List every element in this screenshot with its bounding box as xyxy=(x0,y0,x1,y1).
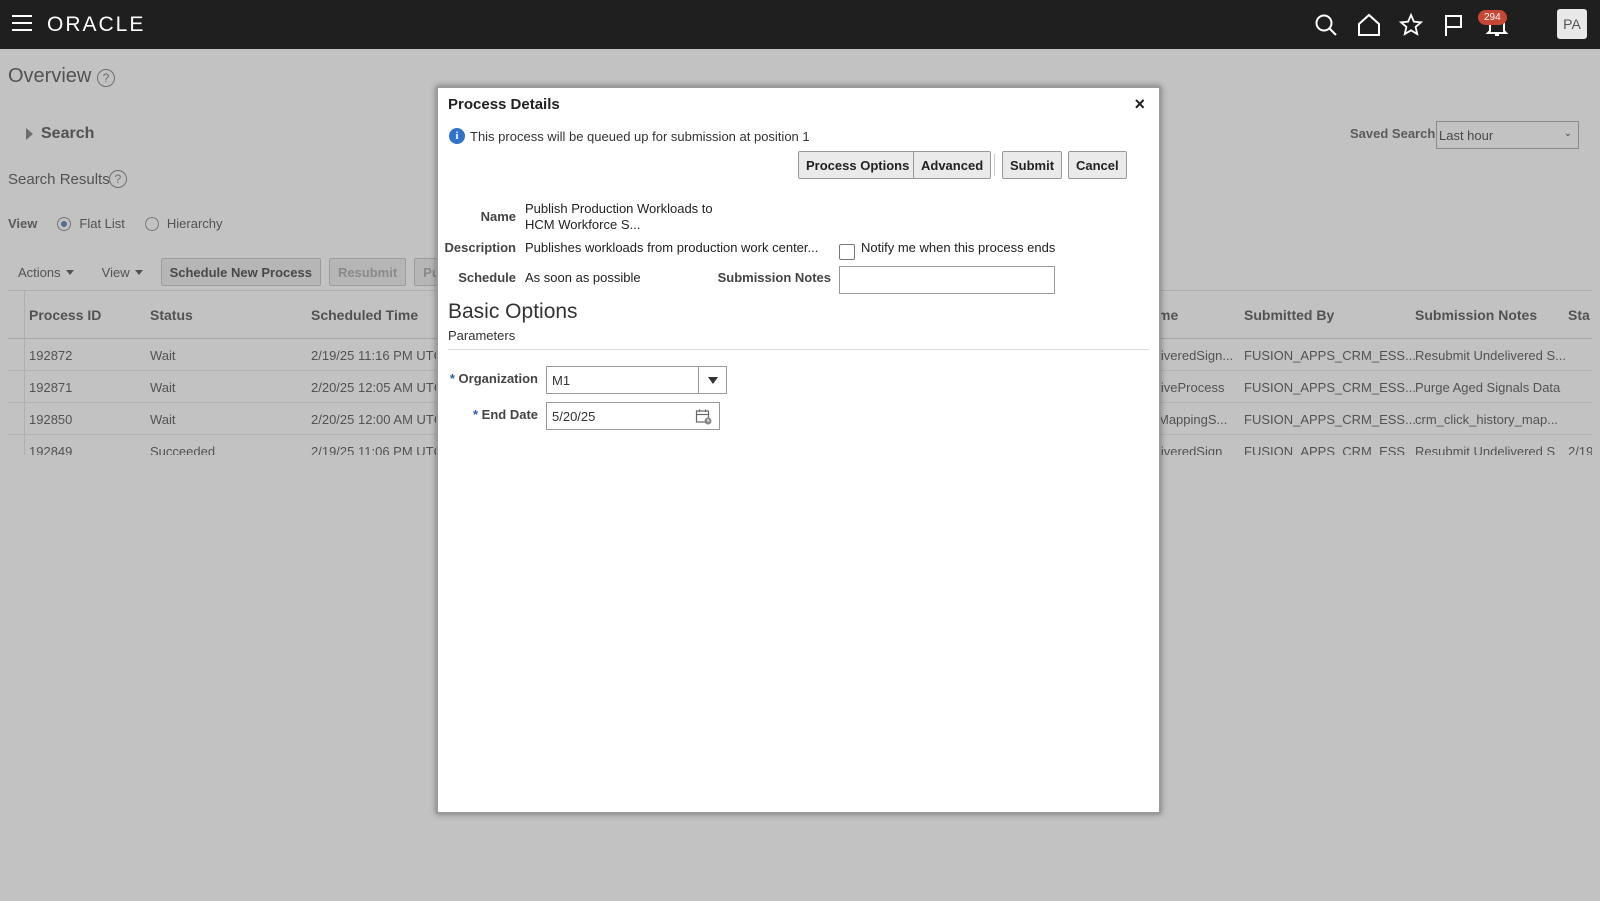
process-details-dialog: Process Details × i This process will be… xyxy=(436,86,1161,814)
name-value-line2: HCM Workforce S... xyxy=(525,217,641,232)
queue-info-text: This process will be queued up for submi… xyxy=(470,128,810,144)
required-marker: * xyxy=(472,407,479,422)
organization-select[interactable]: M1 xyxy=(546,366,727,394)
flag-icon[interactable] xyxy=(1441,12,1467,38)
oracle-logo[interactable]: ORACLE xyxy=(47,13,145,37)
name-value-line1: Publish Production Workloads to xyxy=(525,201,713,216)
end-date-value: 5/20/25 xyxy=(552,409,596,424)
submit-button[interactable]: Submit xyxy=(1002,151,1063,179)
user-avatar[interactable]: PA xyxy=(1557,9,1587,39)
cancel-button[interactable]: Cancel xyxy=(1068,151,1127,179)
notify-checkbox[interactable] xyxy=(839,244,855,260)
notification-count-badge: 294 xyxy=(1478,10,1507,25)
home-icon[interactable] xyxy=(1356,12,1382,38)
section-divider xyxy=(448,349,1149,350)
schedule-value: As soon as possible xyxy=(525,270,641,285)
notify-label: Notify me when this process ends xyxy=(861,240,1056,255)
favorites-star-icon[interactable] xyxy=(1398,12,1424,38)
submission-notes-label: Submission Notes xyxy=(717,270,831,285)
menu-icon[interactable] xyxy=(12,15,32,33)
end-date-input[interactable]: 5/20/25 xyxy=(546,402,720,430)
parameters-subheading: Parameters xyxy=(448,328,516,343)
button-separator xyxy=(994,154,995,176)
process-options-button[interactable]: Process Options xyxy=(798,151,918,179)
advanced-button[interactable]: Advanced xyxy=(913,151,992,179)
global-header: ORACLE 294 PA xyxy=(0,0,1600,49)
organization-value: M1 xyxy=(552,373,571,388)
dropdown-arrow-icon[interactable] xyxy=(698,367,726,393)
dialog-title: Process Details xyxy=(448,96,560,113)
organization-label: * Organization xyxy=(442,371,538,386)
end-date-label-text: End Date xyxy=(481,407,538,422)
basic-options-heading: Basic Options xyxy=(448,300,578,323)
end-date-label: * End Date xyxy=(442,407,538,422)
calendar-icon[interactable] xyxy=(695,408,713,426)
description-value: Publishes workloads from production work… xyxy=(525,240,819,255)
description-label: Description xyxy=(444,240,516,255)
queue-info-message: i This process will be queued up for sub… xyxy=(449,128,810,144)
search-icon[interactable] xyxy=(1313,12,1339,38)
close-icon[interactable]: × xyxy=(1134,94,1145,115)
name-label: Name xyxy=(480,209,516,224)
required-marker: * xyxy=(449,371,455,386)
organization-label-text: Organization xyxy=(458,371,538,386)
schedule-label: Schedule xyxy=(458,270,516,285)
info-icon: i xyxy=(449,128,465,144)
submission-notes-input[interactable] xyxy=(839,266,1055,294)
